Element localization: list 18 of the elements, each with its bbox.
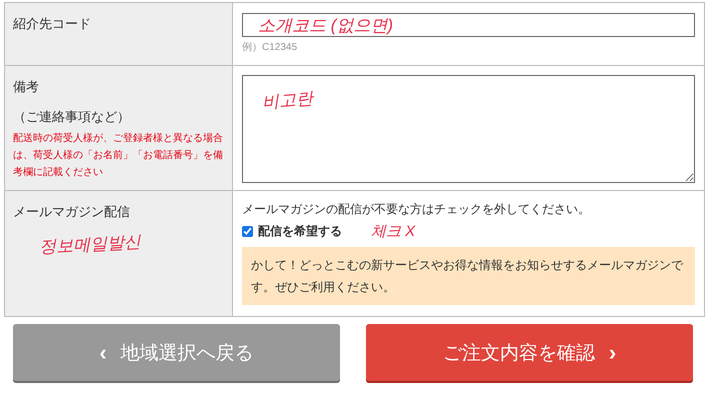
handwritten-note: 체크 X (371, 222, 416, 241)
delivery-note: 配送時の荷受人様が、ご登録者様と異なる場合は、荷受人様の「お名前」「お電話番号」を備考欄に記載ください (13, 132, 224, 180)
referral-code-field[interactable] (242, 13, 695, 37)
newsletter-checkbox[interactable] (242, 226, 253, 237)
newsletter-instruction: メールマガジンの配信が不要な方はチェックを外してください。 (242, 201, 590, 218)
field-label: メールマガジン配信 (13, 203, 130, 221)
confirm-button[interactable]: ご注文内容を確認 › (366, 324, 693, 381)
remarks-field[interactable] (242, 75, 695, 183)
handwritten-note: 비고란 (261, 88, 314, 114)
handwritten-note: 소개코드 (없으면) (258, 15, 394, 37)
field-label: 紹介先コード (13, 15, 91, 33)
checkbox-label[interactable]: 配信を希望する (258, 223, 342, 240)
field-label: 備考 (13, 78, 39, 96)
example-hint: 例）C12345 (242, 41, 298, 54)
handwritten-note: 정보메일발신 (38, 231, 142, 259)
field-sublabel: （ご連絡事項など） (13, 108, 130, 126)
newsletter-info: かして！どっとこむの新サービスやお得な情報をお知らせするメールマガジンです。ぜひご利用ください。 (242, 247, 695, 305)
back-button[interactable]: ‹ 地域選択へ戻る (13, 324, 340, 381)
